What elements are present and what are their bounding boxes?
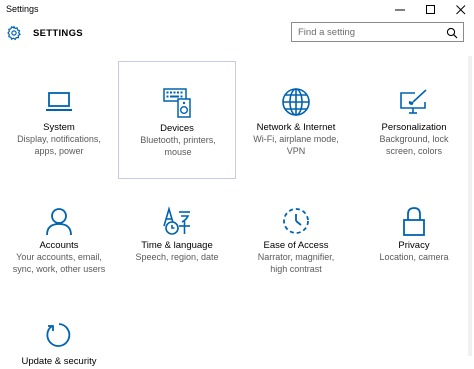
tile-privacy[interactable]: Privacy Location, camera: [355, 180, 473, 298]
title-bar: Settings: [0, 0, 474, 20]
tile-desc-system: Display, notifications, apps, power: [6, 134, 112, 157]
tile-accounts[interactable]: Accounts Your accounts, email, sync, wor…: [0, 180, 118, 298]
tile-personalization[interactable]: Personalization Background, lock screen,…: [355, 61, 473, 179]
desc-line: Your accounts, email,: [16, 252, 102, 262]
tile-desc-devices: Bluetooth, printers, mouse: [125, 135, 231, 158]
page-title: SETTINGS: [33, 28, 83, 39]
search-box: [291, 22, 464, 42]
tile-time-language[interactable]: Time & language Speech, region, date: [118, 180, 236, 298]
scrollbar[interactable]: [468, 56, 472, 356]
tile-desc-accounts: Your accounts, email, sync, work, other …: [6, 252, 112, 275]
laptop-icon: [44, 87, 74, 117]
search-input[interactable]: [292, 23, 448, 41]
keyboard-speaker-icon: [163, 88, 193, 118]
search-icon[interactable]: [446, 26, 458, 39]
person-icon: [44, 206, 74, 236]
tile-desc-privacy: Location, camera: [361, 252, 467, 264]
tile-ease-of-access[interactable]: Ease of Access Narrator, magnifier, high…: [237, 180, 355, 298]
tile-name-devices: Devices: [160, 123, 194, 134]
desc-line: apps, power: [34, 145, 84, 156]
tile-desc-personalization: Background, lock screen, colors: [361, 134, 467, 157]
gear-icon: [6, 25, 22, 41]
tile-name-personalization: Personalization: [381, 122, 447, 133]
tile-system[interactable]: System Display, notifications, apps, pow…: [0, 61, 118, 179]
minimize-icon: [395, 9, 405, 11]
time-language-icon: [162, 206, 192, 236]
paint-monitor-icon: [399, 87, 429, 117]
desc-line: Speech, region, date: [135, 252, 219, 262]
tile-name-network: Network & Internet: [256, 122, 336, 133]
desc-line: VPN: [286, 145, 306, 156]
desc-line: Bluetooth, printers,: [140, 135, 216, 145]
desc-line: mouse: [164, 146, 192, 157]
desc-line: high contrast: [270, 263, 322, 274]
refresh-icon: [44, 320, 74, 350]
maximize-button[interactable]: [416, 0, 446, 20]
tile-name-accounts: Accounts: [39, 240, 79, 251]
tile-network-internet[interactable]: Network & Internet Wi-Fi, airplane mode,…: [237, 61, 355, 179]
close-icon: [456, 5, 466, 15]
desc-line: Narrator, magnifier,: [257, 252, 335, 262]
tile-desc-ease-of-access: Narrator, magnifier, high contrast: [243, 252, 349, 275]
globe-icon: [281, 87, 311, 117]
close-button[interactable]: [446, 0, 474, 20]
tile-update-security[interactable]: Update & security: [0, 296, 118, 369]
tile-name-ease-of-access: Ease of Access: [263, 240, 329, 251]
desc-line: sync, work, other users: [12, 263, 106, 274]
tile-desc-network: Wi-Fi, airplane mode, VPN: [243, 134, 349, 157]
tile-name-privacy: Privacy: [398, 240, 430, 251]
minimize-button[interactable]: [385, 0, 415, 20]
tile-name-time-language: Time & language: [141, 240, 213, 251]
tile-name-update-security: Update & security: [21, 356, 97, 367]
lock-icon: [399, 206, 429, 236]
desc-line: Display, notifications,: [17, 134, 101, 144]
desc-line: Wi-Fi, airplane mode,: [253, 134, 339, 144]
desc-line: screen, colors: [385, 145, 443, 156]
tile-desc-time-language: Speech, region, date: [124, 252, 230, 264]
maximize-icon: [426, 5, 435, 14]
window-title: Settings: [6, 4, 39, 14]
tile-devices[interactable]: Devices Bluetooth, printers, mouse: [118, 61, 236, 179]
desc-line: Background, lock: [379, 134, 449, 144]
desc-line: Location, camera: [379, 252, 449, 262]
ease-of-access-icon: [281, 206, 311, 236]
tile-name-system: System: [43, 122, 75, 133]
